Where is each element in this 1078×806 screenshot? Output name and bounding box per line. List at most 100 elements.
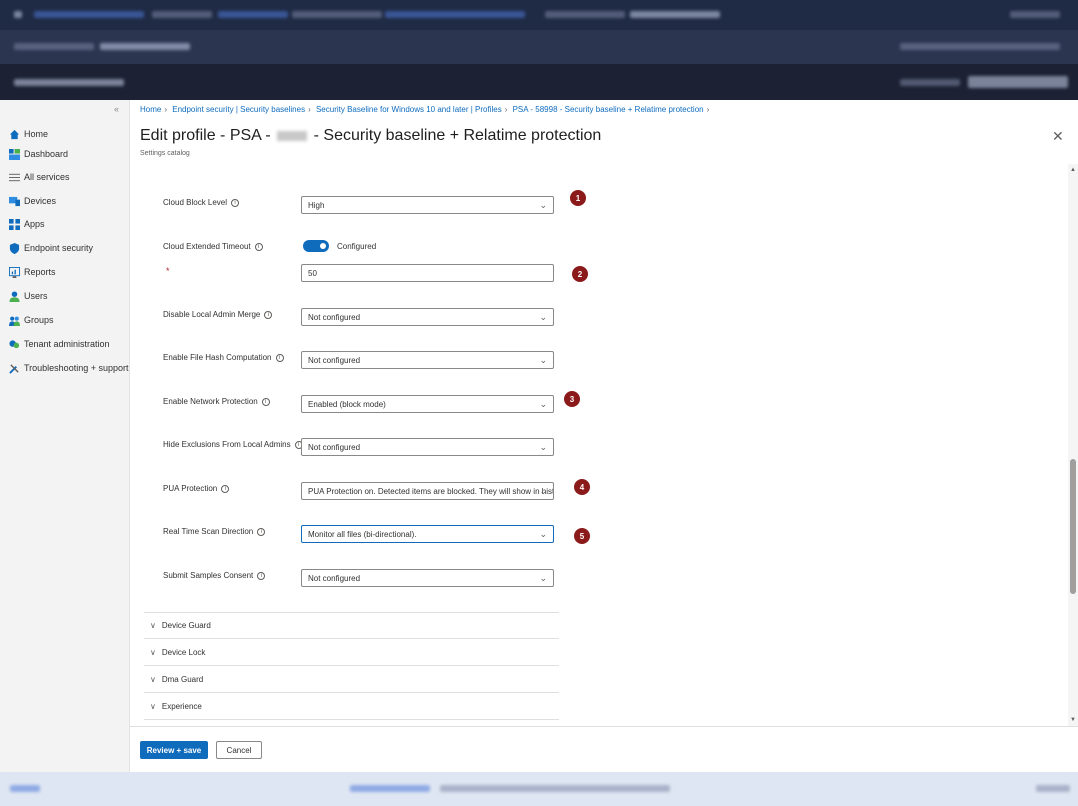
vertical-scrollbar[interactable]: ▲ ▼ bbox=[1068, 164, 1078, 726]
nav-item-dashboard[interactable]: Dashboard bbox=[8, 146, 68, 162]
setting-label-submit-samples: Submit Samples Consent i bbox=[163, 571, 266, 580]
shield-icon bbox=[8, 242, 20, 254]
os-taskbar bbox=[0, 772, 1078, 806]
nav-item-tenant-administration[interactable]: Tenant administration bbox=[8, 336, 110, 352]
breadcrumb-separator-icon: › bbox=[308, 105, 311, 114]
info-icon[interactable]: i bbox=[257, 571, 266, 580]
info-icon[interactable]: i bbox=[231, 198, 240, 207]
nav-label-troubleshooting: Troubleshooting + support bbox=[24, 363, 129, 373]
portal-top-bar bbox=[0, 64, 1078, 100]
nav-item-home[interactable]: Home bbox=[8, 126, 48, 142]
nav-item-groups[interactable]: Groups bbox=[8, 312, 54, 328]
scroll-up-icon[interactable]: ▲ bbox=[1070, 167, 1076, 173]
breadcrumb: Home › Endpoint security | Security basel… bbox=[140, 105, 712, 114]
enable-network-protection-dropdown[interactable]: Enabled (block mode) ⌄ bbox=[301, 395, 554, 413]
breadcrumb-home[interactable]: Home bbox=[140, 105, 161, 114]
scroll-down-icon[interactable]: ▼ bbox=[1070, 717, 1076, 723]
setting-label-real-time-scan: Real Time Scan Direction i bbox=[163, 527, 266, 536]
list-icon bbox=[8, 171, 20, 183]
nav-label-endpoint-security: Endpoint security bbox=[24, 243, 94, 253]
tenant-icon bbox=[8, 338, 20, 350]
dropdown-value: Not configured bbox=[308, 312, 361, 322]
nav-label-devices: Devices bbox=[24, 196, 57, 206]
input-value: 50 bbox=[308, 268, 317, 278]
nav-label-reports: Reports bbox=[24, 267, 56, 277]
setting-label-cloud-block-level: Cloud Block Level i bbox=[163, 198, 240, 207]
pua-protection-dropdown[interactable]: PUA Protection on. Detected items are bl… bbox=[301, 482, 554, 500]
setting-text: Cloud Block Level bbox=[163, 198, 228, 207]
collapse-nav-icon[interactable]: « bbox=[114, 104, 119, 114]
info-icon[interactable]: i bbox=[221, 484, 230, 493]
annotation-badge-1: 1 bbox=[570, 190, 586, 206]
user-icon bbox=[8, 290, 20, 302]
timeout-value-input[interactable]: 50 bbox=[301, 264, 554, 282]
section-label: Device Lock bbox=[161, 648, 206, 657]
home-icon bbox=[8, 128, 20, 140]
section-device-lock[interactable]: ∨ Device Lock bbox=[144, 640, 559, 666]
breadcrumb-baseline-profiles[interactable]: Security Baseline for Windows 10 and lat… bbox=[316, 105, 502, 114]
section-experience[interactable]: ∨ Experience bbox=[144, 694, 559, 720]
more-options-icon[interactable]: ··· bbox=[562, 130, 572, 141]
nav-item-devices[interactable]: Devices bbox=[8, 193, 56, 209]
annotation-badge-4: 4 bbox=[574, 479, 590, 495]
submit-samples-dropdown[interactable]: Not configured ⌄ bbox=[301, 569, 554, 587]
info-icon[interactable]: i bbox=[254, 242, 263, 251]
cloud-block-level-dropdown[interactable]: High ⌄ bbox=[301, 196, 554, 214]
chevron-down-icon: ∨ bbox=[150, 702, 156, 711]
footer-bar: Review + save Cancel bbox=[130, 726, 1078, 772]
hide-exclusions-dropdown[interactable]: Not configured ⌄ bbox=[301, 438, 554, 456]
dropdown-value: Monitor all files (bi-directional). bbox=[308, 529, 417, 539]
groups-icon bbox=[8, 314, 20, 326]
chevron-down-icon: ⌄ bbox=[539, 442, 547, 452]
nav-item-troubleshooting[interactable]: Troubleshooting + support bbox=[8, 360, 128, 376]
real-time-scan-dropdown[interactable]: Monitor all files (bi-directional). ⌄ bbox=[301, 525, 554, 543]
page-title-suffix: - Security baseline + Relatime protectio… bbox=[313, 127, 602, 144]
annotation-badge-5: 5 bbox=[574, 528, 590, 544]
page-subtitle: Settings catalog bbox=[140, 150, 190, 157]
setting-text: Enable Network Protection bbox=[163, 397, 258, 406]
section-device-guard[interactable]: ∨ Device Guard bbox=[144, 613, 559, 639]
info-icon[interactable]: i bbox=[275, 353, 284, 362]
setting-label-cloud-extended-timeout: Cloud Extended Timeout i bbox=[163, 242, 263, 251]
dropdown-value: Not configured bbox=[308, 573, 361, 583]
annotation-badge-3: 3 bbox=[564, 391, 580, 407]
cancel-button[interactable]: Cancel bbox=[216, 741, 262, 759]
nav-label-users: Users bbox=[24, 291, 48, 301]
nav-item-reports[interactable]: Reports bbox=[8, 264, 56, 280]
chevron-down-icon: ⌄ bbox=[539, 486, 547, 496]
dashboard-icon bbox=[8, 148, 20, 160]
nav-item-apps[interactable]: Apps bbox=[8, 216, 45, 232]
section-label: Device Guard bbox=[161, 621, 211, 630]
setting-label-enable-network-protection: Enable Network Protection i bbox=[163, 397, 270, 406]
info-icon[interactable]: i bbox=[257, 527, 266, 536]
breadcrumb-profile[interactable]: PSA - 58998 - Security baseline + Relati… bbox=[513, 105, 704, 114]
nav-label-groups: Groups bbox=[24, 315, 54, 325]
info-icon[interactable]: i bbox=[261, 397, 270, 406]
chevron-down-icon: ∨ bbox=[150, 621, 156, 630]
chevron-down-icon: ⌄ bbox=[539, 355, 547, 365]
nav-item-endpoint-security[interactable]: Endpoint security bbox=[8, 240, 93, 256]
setting-text: Disable Local Admin Merge bbox=[163, 310, 261, 319]
setting-label-pua-protection: PUA Protection i bbox=[163, 484, 230, 493]
scrollbar-thumb[interactable] bbox=[1070, 459, 1076, 594]
close-icon[interactable]: ✕ bbox=[1052, 128, 1064, 145]
setting-label-hide-exclusions: Hide Exclusions From Local Admins i bbox=[163, 440, 303, 449]
apps-icon bbox=[8, 218, 20, 230]
nav-item-users[interactable]: Users bbox=[8, 288, 48, 304]
setting-text: Cloud Extended Timeout bbox=[163, 242, 251, 251]
tools-icon bbox=[8, 362, 20, 374]
enable-file-hash-dropdown[interactable]: Not configured ⌄ bbox=[301, 351, 554, 369]
dropdown-value: PUA Protection on. Detected items are bl… bbox=[308, 486, 554, 496]
cloud-extended-timeout-toggle[interactable] bbox=[303, 240, 329, 252]
section-dma-guard[interactable]: ∨ Dma Guard bbox=[144, 667, 559, 693]
dropdown-value: Not configured bbox=[308, 355, 361, 365]
browser-tab-strip bbox=[0, 0, 1078, 30]
nav-item-all-services[interactable]: All services bbox=[8, 169, 70, 185]
breadcrumb-endpoint-security[interactable]: Endpoint security | Security baselines bbox=[172, 105, 305, 114]
review-save-button[interactable]: Review + save bbox=[140, 741, 208, 759]
disable-local-admin-merge-dropdown[interactable]: Not configured ⌄ bbox=[301, 308, 554, 326]
dropdown-value: Not configured bbox=[308, 442, 361, 452]
info-icon[interactable]: i bbox=[264, 310, 273, 319]
page-title-prefix: Edit profile - PSA - bbox=[140, 127, 271, 144]
browser-address-bar bbox=[0, 30, 1078, 64]
